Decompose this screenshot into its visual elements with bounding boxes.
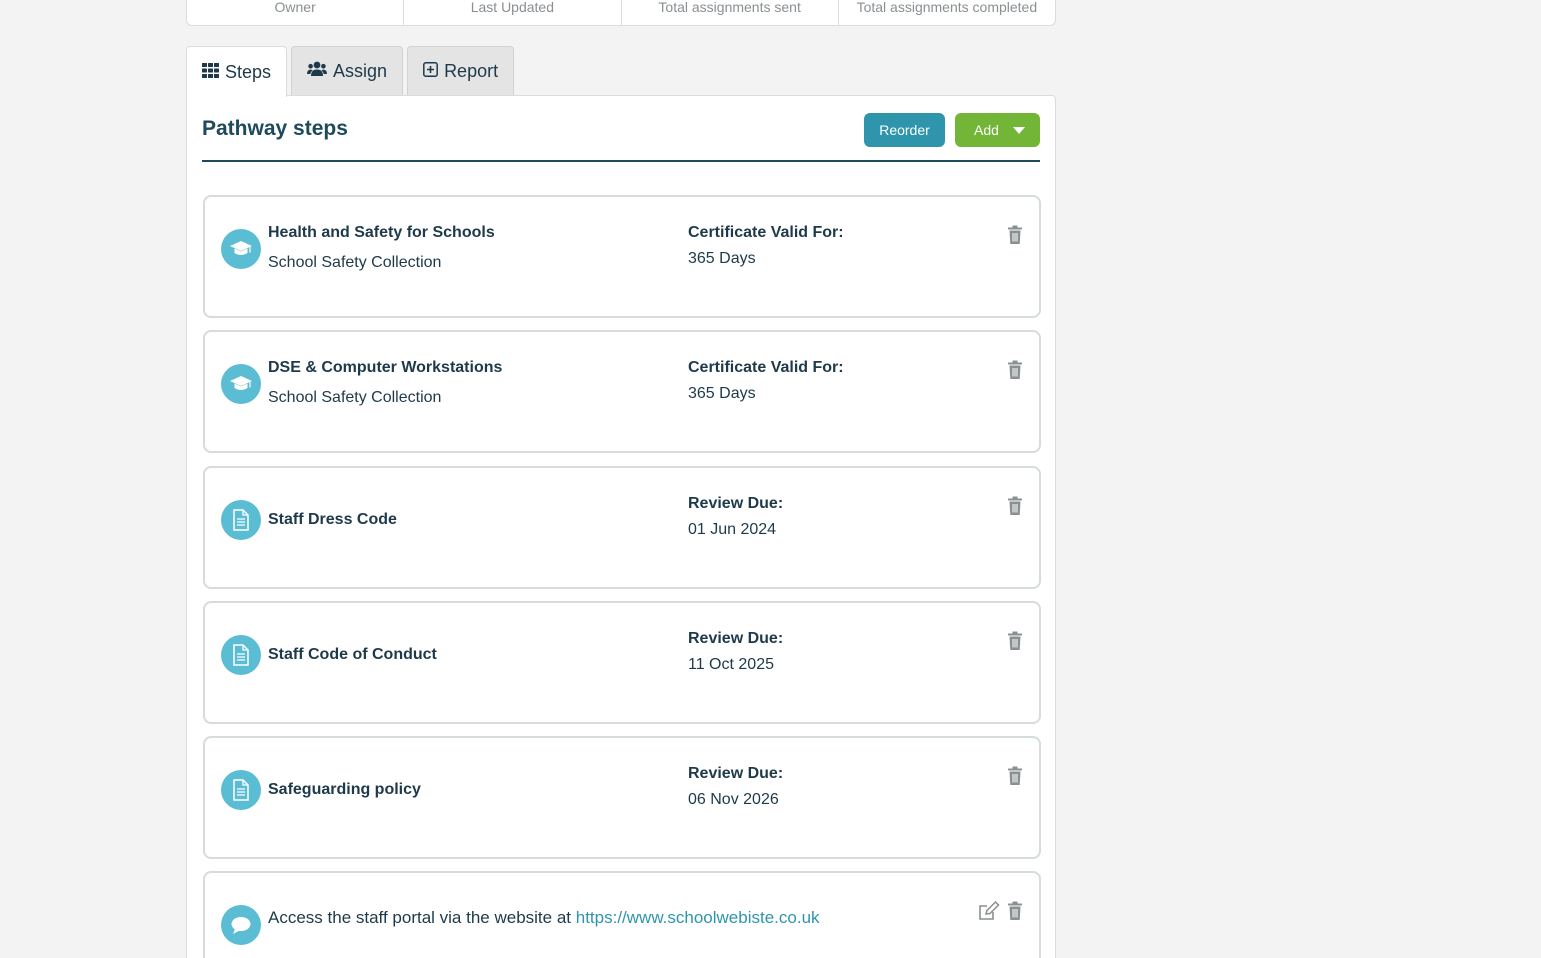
step-meta-label: Review Due:	[688, 765, 784, 782]
stat-assignments-sent-label: Total assignments sent	[622, 0, 839, 25]
message-link[interactable]: https://www.schoolwebiste.co.uk	[576, 908, 820, 927]
trash-icon[interactable]	[1006, 225, 1024, 245]
panel-header: Pathway steps Reorder Add	[202, 96, 1040, 162]
pathway-steps-panel: Pathway steps Reorder Add Health and Saf…	[186, 95, 1056, 958]
pathway-stats-bar: Owner Last Updated Total assignments sen…	[186, 0, 1056, 26]
document-icon	[221, 635, 261, 675]
step-title[interactable]: Staff Dress Code	[268, 511, 397, 529]
trash-icon[interactable]	[1006, 901, 1024, 921]
tab-assign[interactable]: Assign	[291, 46, 404, 96]
tab-report[interactable]: Report	[407, 46, 515, 96]
reorder-button-label: Reorder	[879, 122, 930, 138]
add-dropdown-button[interactable]: Add	[955, 113, 1040, 147]
trash-icon[interactable]	[1006, 631, 1024, 651]
step-meta-label: Certificate Valid For:	[688, 224, 844, 241]
plus-square-icon	[423, 61, 439, 82]
step-card: Health and Safety for Schools School Saf…	[203, 195, 1041, 318]
step-card: Staff Code of Conduct Review Due: 11 Oct…	[203, 601, 1041, 724]
trash-icon[interactable]	[1006, 360, 1024, 380]
tab-steps-label: Steps	[225, 61, 272, 82]
step-meta-label: Certificate Valid For:	[688, 359, 844, 376]
step-meta-value: 11 Oct 2025	[688, 656, 774, 673]
edit-icon[interactable]	[978, 900, 1000, 921]
step-title[interactable]: DSE & Computer Workstations	[268, 359, 502, 377]
stat-assignments-completed-label: Total assignments completed	[856, 0, 1038, 15]
users-icon	[307, 61, 328, 82]
grid-icon	[202, 62, 219, 83]
step-meta-value: 06 Nov 2026	[688, 791, 779, 808]
step-collection: School Safety Collection	[268, 254, 442, 271]
tab-report-label: Report	[444, 61, 499, 81]
reorder-button[interactable]: Reorder	[864, 113, 945, 147]
message-body: Access the staff portal via the website …	[268, 908, 576, 927]
document-icon	[221, 500, 261, 540]
step-title[interactable]: Health and Safety for Schools	[268, 224, 495, 242]
step-meta-value: 365 Days	[688, 250, 756, 267]
message-text: Access the staff portal via the website …	[268, 908, 820, 928]
step-card: Safeguarding policy Review Due: 06 Nov 2…	[203, 736, 1041, 859]
step-meta-label: Review Due:	[688, 495, 784, 512]
step-meta-label: Review Due:	[688, 630, 784, 647]
tab-assign-label: Assign	[333, 61, 388, 81]
step-card: Staff Dress Code Review Due: 01 Jun 2024	[203, 466, 1041, 589]
graduation-cap-icon	[221, 229, 261, 269]
stat-last-updated-label: Last Updated	[404, 0, 622, 25]
document-icon	[221, 770, 261, 810]
graduation-cap-icon	[221, 364, 261, 404]
page-title: Pathway steps	[202, 117, 348, 140]
speech-bubble-icon	[221, 905, 261, 945]
add-button-label: Add	[974, 122, 999, 138]
step-meta-value: 01 Jun 2024	[688, 521, 777, 538]
step-card-message: Access the staff portal via the website …	[203, 871, 1041, 958]
tab-bar: Steps Assign Report	[186, 46, 515, 97]
step-card: DSE & Computer Workstations School Safet…	[203, 330, 1041, 453]
stat-owner-label: Owner	[187, 0, 405, 25]
step-collection: School Safety Collection	[268, 389, 442, 406]
trash-icon[interactable]	[1006, 496, 1024, 516]
caret-down-icon	[1012, 126, 1025, 134]
tab-steps[interactable]: Steps	[186, 46, 288, 97]
trash-icon[interactable]	[1006, 766, 1024, 786]
step-title[interactable]: Staff Code of Conduct	[268, 646, 437, 664]
step-meta-value: 365 Days	[688, 385, 756, 402]
step-title[interactable]: Safeguarding policy	[268, 781, 421, 799]
